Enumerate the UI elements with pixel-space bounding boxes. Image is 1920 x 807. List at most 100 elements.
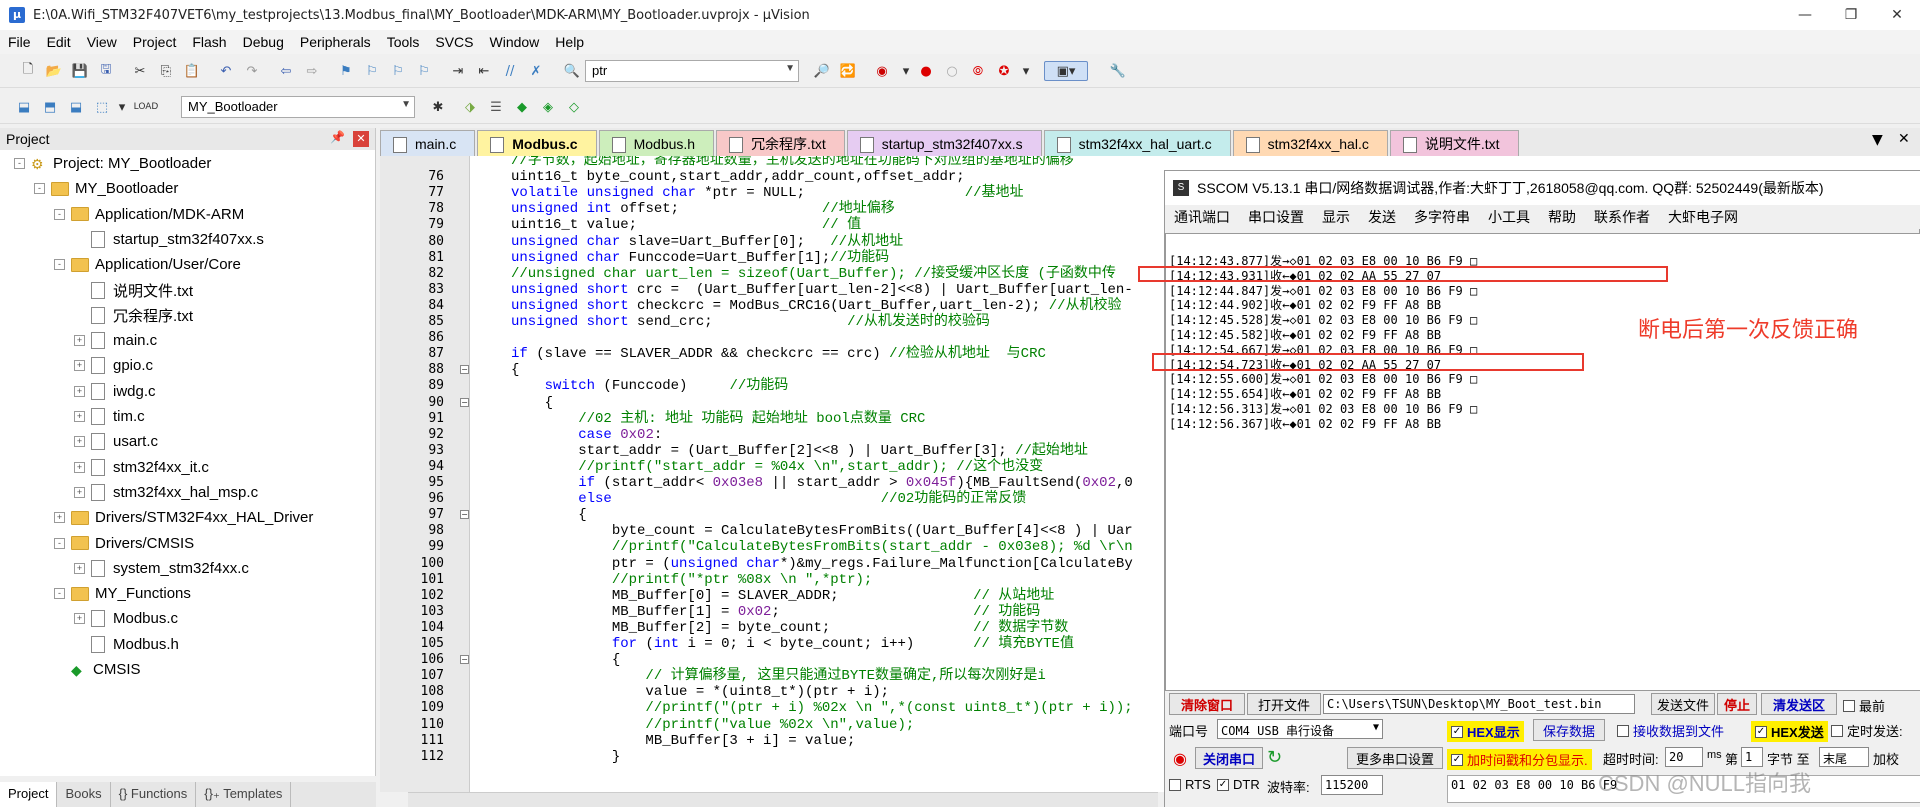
code-line[interactable]: ptr = (unsigned char*)&my_regs.Failure_M…: [511, 556, 1133, 572]
menu-item-flash[interactable]: Flash: [184, 34, 234, 50]
target-options-icon[interactable]: ✱: [428, 97, 448, 117]
code-line[interactable]: uint16_t value; // 值: [511, 217, 861, 233]
menu-item-window[interactable]: Window: [482, 34, 548, 50]
code-line[interactable]: //printf("start_addr = %04x \n",start_ad…: [511, 459, 1043, 475]
fold-icon[interactable]: −: [460, 510, 469, 520]
undo-icon[interactable]: ↶: [216, 61, 236, 81]
bottom-tab[interactable]: {} Functions: [111, 782, 197, 807]
load-icon[interactable]: LOAD: [134, 97, 159, 117]
redo-icon[interactable]: ↷: [242, 61, 262, 81]
clear-window-button[interactable]: 清除窗口: [1169, 693, 1245, 715]
page-input[interactable]: 1: [1741, 747, 1763, 767]
timestamp-checkbox[interactable]: ✓ 加时间戳和分包显示.: [1447, 749, 1592, 770]
editor-tab[interactable]: stm32f4xx_hal_uart.c: [1043, 130, 1231, 156]
expand-icon[interactable]: +: [74, 385, 85, 397]
breakpoint-icon[interactable]: ●: [916, 61, 936, 81]
hex-display-checkbox[interactable]: ✓ HEX显示: [1447, 721, 1524, 742]
tree-node[interactable]: + system_stm32f4xx.c: [74, 556, 249, 581]
code-line[interactable]: unsigned short send_crc; //从机发送时的校验码: [511, 314, 990, 330]
code-line[interactable]: {: [511, 362, 519, 378]
tree-node[interactable]: + usart.c: [74, 429, 158, 454]
collapse-icon[interactable]: -: [54, 208, 65, 220]
editor-tab[interactable]: stm32f4xx_hal.c: [1232, 130, 1388, 156]
configure-icon[interactable]: 🔧: [1108, 61, 1128, 81]
rebuild-icon[interactable]: ⬓: [66, 97, 86, 117]
editor-tab[interactable]: startup_stm32f407xx.s: [846, 130, 1042, 156]
manage-rte-icon[interactable]: ◆: [512, 97, 532, 117]
code-line[interactable]: value = *(uint8_t*)(ptr + i);: [511, 684, 889, 700]
pin-icon[interactable]: 📌: [330, 130, 345, 144]
uncomment-icon[interactable]: ✗: [526, 61, 546, 81]
code-line[interactable]: MB_Buffer[3 + i] = value;: [511, 733, 855, 749]
bottom-tab[interactable]: Project: [0, 782, 58, 807]
bottom-tab[interactable]: {}₊ Templates: [196, 782, 292, 807]
pack-installer-icon[interactable]: ◈: [538, 97, 558, 117]
comment-icon[interactable]: //: [500, 61, 520, 81]
tree-node[interactable]: - MY_Bootloader: [34, 176, 178, 201]
code-line[interactable]: volatile unsigned char *ptr = NULL; //基地…: [511, 185, 1024, 201]
cut-icon[interactable]: ✂: [130, 61, 150, 81]
minimize-button[interactable]: —: [1782, 0, 1828, 30]
disable-breakpoint-icon[interactable]: ○: [942, 61, 962, 81]
tree-node[interactable]: + iwdg.c: [74, 379, 156, 404]
code-line[interactable]: uint16_t byte_count,start_addr,addr_coun…: [511, 169, 965, 185]
menu-item-svcs[interactable]: SVCS: [427, 34, 481, 50]
code-line[interactable]: case 0x02:: [511, 427, 662, 443]
open-file-button[interactable]: 打开文件: [1247, 693, 1321, 715]
code-line[interactable]: for (int i = 0; i < byte_count; i++) // …: [511, 636, 1074, 652]
rts-checkbox[interactable]: RTS: [1169, 777, 1211, 792]
editor-tab[interactable]: Modbus.h: [598, 130, 715, 156]
clear-bookmarks-icon[interactable]: ⚐: [414, 61, 434, 81]
tree-node[interactable]: + gpio.c: [74, 353, 153, 378]
indent-icon[interactable]: ⇥: [448, 61, 468, 81]
clear-send-button[interactable]: 清发送区: [1761, 693, 1837, 715]
code-line[interactable]: //printf("(ptr + i) %02x \n ",*(const ui…: [511, 700, 1132, 716]
file-extensions-icon[interactable]: ☰: [486, 97, 506, 117]
find-combo[interactable]: ptr ▼: [585, 60, 799, 82]
menu-item-project[interactable]: Project: [125, 34, 185, 50]
chevron-down-icon[interactable]: ▾: [112, 97, 132, 117]
menu-item-view[interactable]: View: [79, 34, 125, 50]
menu-item-file[interactable]: File: [0, 34, 39, 50]
expand-icon[interactable]: +: [74, 486, 85, 498]
code-line[interactable]: // 计算偏移量, 这里只能通过BYTE数量确定,所以每次刚好是i: [511, 668, 1045, 684]
collapse-icon[interactable]: -: [54, 259, 65, 271]
close-port-button[interactable]: 关闭串口: [1195, 747, 1263, 769]
sscom-menu-item[interactable]: 通讯端口: [1165, 207, 1239, 227]
build-icon[interactable]: ⬒: [40, 97, 60, 117]
code-line[interactable]: //字节数，起始地址，寄存器地址数量，主机发送的地址在功能码下对应组的基地址的偏…: [511, 156, 1074, 169]
expand-icon[interactable]: +: [74, 360, 85, 372]
tree-node[interactable]: + tim.c: [74, 404, 145, 429]
collapse-icon[interactable]: -: [14, 158, 25, 169]
unindent-icon[interactable]: ⇤: [474, 61, 494, 81]
editor-tab[interactable]: 说明文件.txt: [1389, 130, 1519, 156]
tree-node[interactable]: Modbus.h: [74, 632, 179, 657]
clear-breakpoints-icon[interactable]: ✪: [994, 61, 1014, 81]
code-line[interactable]: switch (Funccode) //功能码: [511, 378, 789, 394]
tree-node[interactable]: 冗余程序.txt: [74, 303, 193, 328]
send-file-button[interactable]: 发送文件: [1651, 693, 1715, 715]
end-select[interactable]: 末尾: [1819, 747, 1869, 767]
save-icon[interactable]: 💾: [70, 61, 90, 81]
sscom-menu-item[interactable]: 帮助: [1539, 207, 1585, 227]
menu-item-debug[interactable]: Debug: [235, 34, 292, 50]
code-line[interactable]: //printf("*ptr %08x \n ",*ptr);: [511, 572, 872, 588]
code-line[interactable]: }: [511, 749, 620, 765]
tree-node[interactable]: + Modbus.c: [74, 606, 178, 631]
expand-icon[interactable]: +: [74, 562, 85, 574]
collapse-icon[interactable]: -: [54, 537, 65, 549]
editor-tab[interactable]: 冗余程序.txt: [716, 130, 845, 156]
code-line[interactable]: {: [511, 395, 553, 411]
window-layout-icon[interactable]: ▣▾: [1044, 61, 1088, 81]
new-file-icon[interactable]: 🗋: [18, 61, 38, 81]
tree-node[interactable]: - Application/User/Core: [54, 252, 241, 277]
code-line[interactable]: if (slave == SLAVER_ADDR && checkcrc == …: [511, 346, 1046, 362]
code-line[interactable]: MB_Buffer[0] = SLAVER_ADDR; // 从站地址: [511, 588, 1054, 604]
sscom-menu-item[interactable]: 多字符串: [1405, 207, 1479, 227]
code-line[interactable]: {: [511, 652, 620, 668]
baud-select[interactable]: 115200: [1321, 775, 1383, 795]
refresh-icon[interactable]: ↻: [1267, 747, 1282, 768]
expand-icon[interactable]: +: [74, 335, 85, 347]
file-path-input[interactable]: C:\Users\TSUN\Desktop\MY_Boot_test.bin: [1323, 694, 1635, 714]
stop-button[interactable]: 停止: [1717, 693, 1757, 715]
